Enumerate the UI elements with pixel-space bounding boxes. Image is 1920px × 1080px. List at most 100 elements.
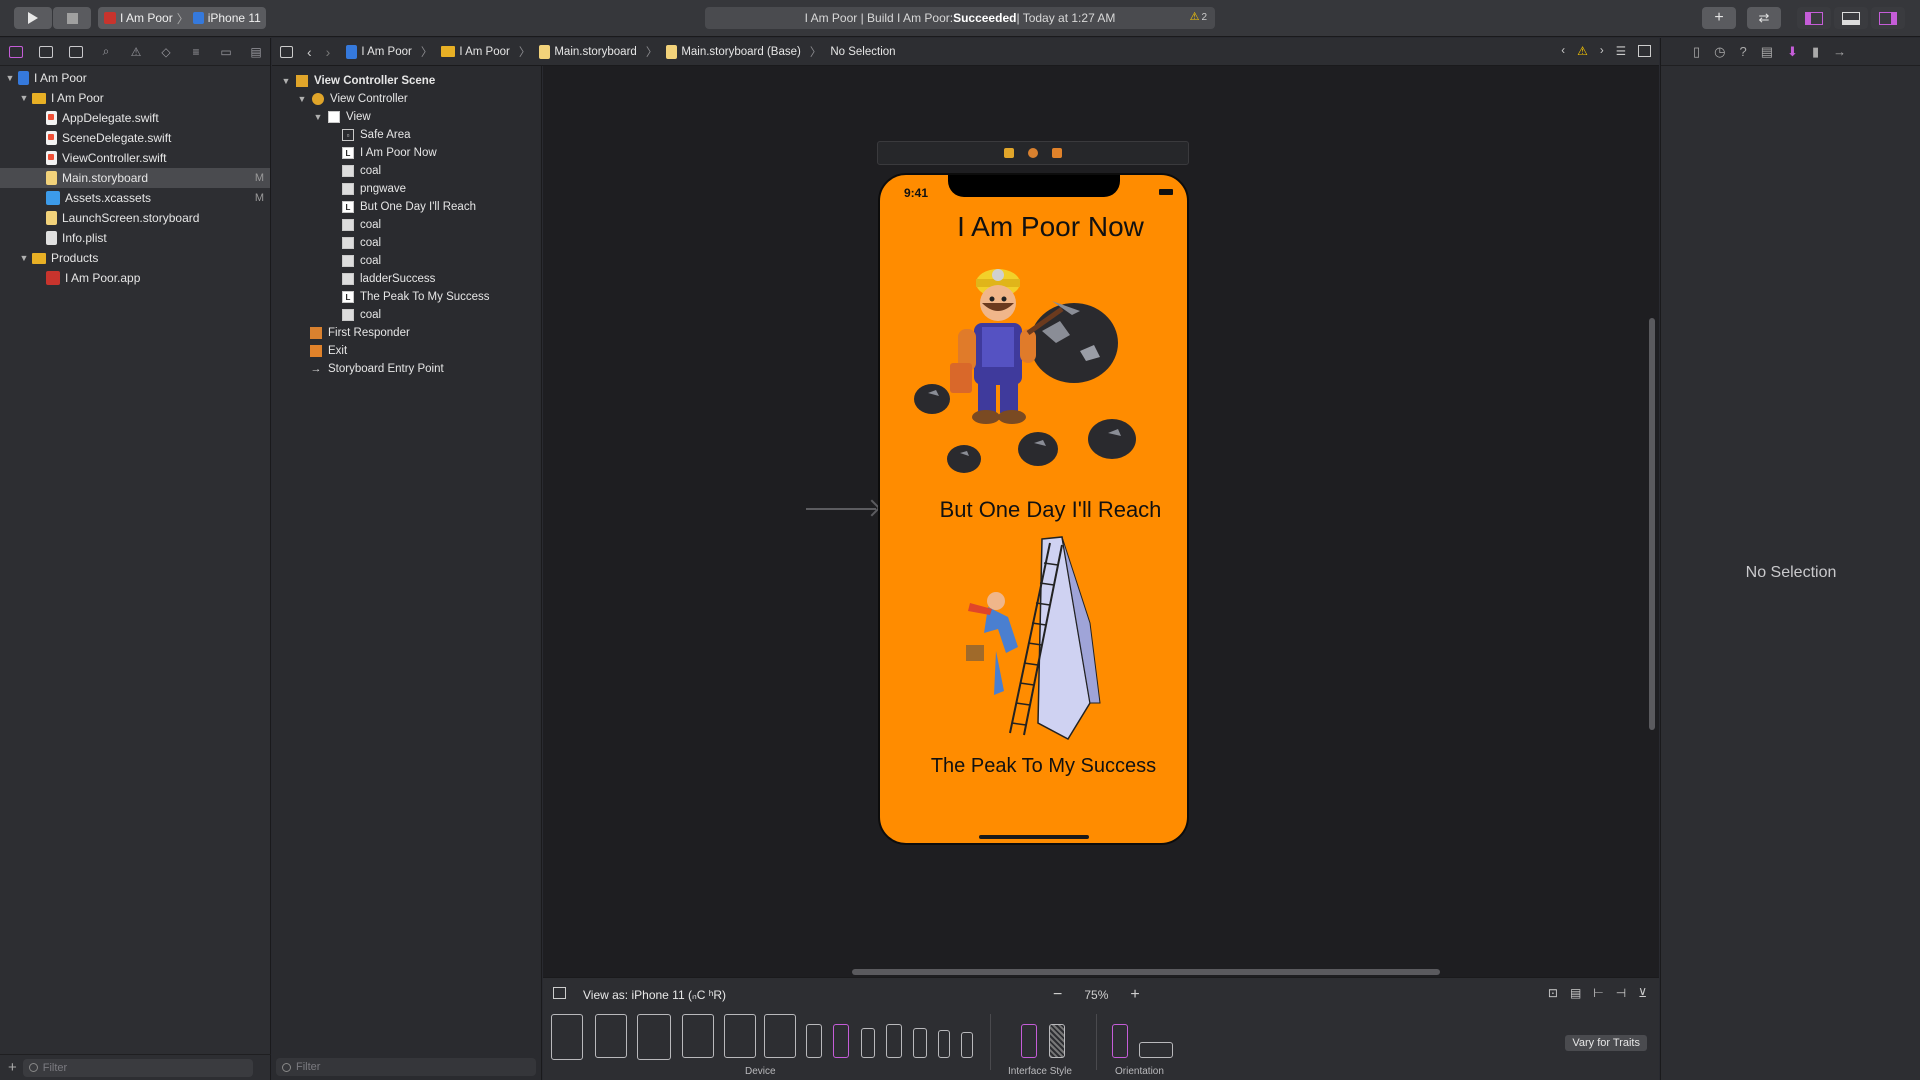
- navigator-filter-input[interactable]: Filter: [22, 1058, 253, 1077]
- tree-row-group[interactable]: ▼ I Am Poor: [0, 88, 270, 108]
- ladder-success-image[interactable]: [950, 533, 1130, 743]
- title-label[interactable]: I Am Poor Now: [880, 211, 1187, 243]
- zoom-out-button[interactable]: −: [1053, 986, 1062, 1004]
- device-ipad-10[interactable]: [764, 1014, 796, 1058]
- breadcrumb-item[interactable]: Main.storyboard (Base): [681, 46, 801, 58]
- device-iphone-8-plus[interactable]: [886, 1024, 902, 1058]
- folder-icon[interactable]: [8, 44, 24, 60]
- breadcrumb-item[interactable]: I Am Poor: [361, 46, 412, 58]
- run-button[interactable]: [14, 7, 52, 29]
- toggle-navigator-button[interactable]: [1797, 7, 1831, 29]
- related-items-icon[interactable]: [280, 45, 293, 58]
- first-responder-icon[interactable]: [1028, 148, 1038, 158]
- device-iphone-11[interactable]: [833, 1024, 849, 1058]
- breadcrumb-item[interactable]: I Am Poor: [459, 46, 510, 58]
- scheme-selector[interactable]: I Am Poor 〉 iPhone 11: [98, 7, 266, 29]
- orientation-portrait[interactable]: [1112, 1024, 1128, 1058]
- outline-row-exit[interactable]: Exit: [272, 342, 541, 360]
- warning-badge[interactable]: ⚠ 2: [1190, 10, 1207, 23]
- editor-options-icon[interactable]: ☰: [1616, 44, 1626, 58]
- tree-row-viewcontroller[interactable]: ViewController.swift: [0, 148, 270, 168]
- toggle-inspector-button[interactable]: [1871, 7, 1905, 29]
- success-label[interactable]: The Peak To My Success: [880, 755, 1187, 778]
- outline-row-view-controller[interactable]: ▼ View Controller: [272, 90, 541, 108]
- connections-inspector-icon[interactable]: →: [1833, 44, 1846, 59]
- device-ipad-mini[interactable]: [724, 1014, 756, 1058]
- outline-row-image[interactable]: pngwave: [272, 180, 541, 198]
- forward-icon[interactable]: ›: [326, 44, 331, 60]
- attributes-inspector-icon[interactable]: ⬇: [1787, 44, 1798, 60]
- storyboard-entry-arrow[interactable]: [806, 508, 876, 510]
- debug-icon[interactable]: ≡: [188, 44, 204, 60]
- device-ipad-air[interactable]: [637, 1014, 671, 1060]
- tree-row-launchscreen[interactable]: LaunchScreen.storyboard: [0, 208, 270, 228]
- next-issue-icon[interactable]: ›: [1600, 45, 1604, 57]
- toggle-debug-button[interactable]: [1834, 7, 1868, 29]
- device-iphone-4s[interactable]: [961, 1032, 973, 1058]
- embed-in-icon[interactable]: ▤: [1570, 986, 1581, 1000]
- device-iphone-11-pro-max[interactable]: [806, 1024, 822, 1058]
- device-iphone-11-pro[interactable]: [861, 1028, 875, 1058]
- resolve-issues-icon[interactable]: ⊻: [1638, 986, 1647, 1000]
- split-editor-icon[interactable]: [1638, 45, 1651, 57]
- symbol-icon[interactable]: [68, 44, 84, 60]
- report-icon[interactable]: ▤: [248, 44, 264, 60]
- test-icon[interactable]: ◇: [158, 44, 174, 60]
- device-iphone-8[interactable]: [913, 1028, 927, 1058]
- exit-icon[interactable]: [1052, 148, 1062, 158]
- interface-style-light[interactable]: [1021, 1024, 1037, 1058]
- vary-for-traits-button[interactable]: Vary for Traits: [1565, 1035, 1647, 1051]
- tree-row-appdelegate[interactable]: AppDelegate.swift: [0, 108, 270, 128]
- outline-row-image[interactable]: ladderSuccess: [272, 270, 541, 288]
- outline-row-first-responder[interactable]: First Responder: [272, 324, 541, 342]
- previous-issue-icon[interactable]: ‹: [1561, 45, 1565, 57]
- device-iphone-se[interactable]: [938, 1030, 950, 1058]
- code-review-button[interactable]: ⇄: [1747, 7, 1781, 29]
- interface-style-dark[interactable]: [1049, 1024, 1065, 1058]
- view-controller-icon[interactable]: [1004, 148, 1014, 158]
- outline-row-label[interactable]: L But One Day I'll Reach: [272, 198, 541, 216]
- orientation-landscape[interactable]: [1139, 1042, 1173, 1058]
- device-ipad[interactable]: [682, 1014, 714, 1058]
- file-inspector-icon[interactable]: ▯: [1693, 44, 1700, 60]
- outline-row-image[interactable]: coal: [272, 216, 541, 234]
- stop-button[interactable]: [53, 7, 91, 29]
- tree-row-infoplist[interactable]: Info.plist: [0, 228, 270, 248]
- scene-dock[interactable]: [877, 141, 1189, 165]
- outline-filter-input[interactable]: Filter: [276, 1058, 536, 1076]
- iphone-scene[interactable]: 9:41 I Am Poor Now But One Day I'll Reac…: [878, 173, 1189, 845]
- source-control-icon[interactable]: [38, 44, 54, 60]
- outline-row-image[interactable]: coal: [272, 234, 541, 252]
- issue-icon[interactable]: ⚠: [128, 44, 144, 60]
- search-icon[interactable]: ⌕: [98, 44, 114, 60]
- device-ipad-pro-12[interactable]: [551, 1014, 583, 1060]
- device-ipad-pro-11[interactable]: [595, 1014, 627, 1058]
- quick-help-icon[interactable]: ?: [1740, 44, 1747, 59]
- breadcrumb-item[interactable]: No Selection: [830, 46, 895, 58]
- tree-row-project[interactable]: ▼ I Am Poor: [0, 68, 270, 88]
- horizontal-scrollbar[interactable]: [852, 969, 1440, 975]
- outline-row-scene[interactable]: ▼ View Controller Scene: [272, 72, 541, 90]
- history-icon[interactable]: ◷: [1714, 44, 1725, 60]
- outline-row-image[interactable]: coal: [272, 252, 541, 270]
- back-icon[interactable]: ‹: [307, 44, 312, 60]
- update-frames-icon[interactable]: ⊡: [1548, 986, 1558, 1000]
- outline-row-entry-point[interactable]: → Storyboard Entry Point: [272, 360, 541, 378]
- warning-icon[interactable]: ⚠: [1577, 44, 1588, 58]
- size-inspector-icon[interactable]: ▮: [1812, 44, 1819, 60]
- tree-row-products[interactable]: ▼ Products: [0, 248, 270, 268]
- pin-icon[interactable]: ⊣: [1616, 986, 1626, 1000]
- tree-row-main-storyboard[interactable]: Main.storyboard M: [0, 168, 270, 188]
- tree-row-assets[interactable]: Assets.xcassets M: [0, 188, 270, 208]
- tree-row-scenedelegate[interactable]: SceneDelegate.swift: [0, 128, 270, 148]
- miner-image[interactable]: [902, 251, 1162, 481]
- breadcrumb-item[interactable]: Main.storyboard: [554, 46, 636, 58]
- reach-label[interactable]: But One Day I'll Reach: [880, 497, 1187, 523]
- outline-row-image[interactable]: coal: [272, 162, 541, 180]
- outline-row-label[interactable]: L I Am Poor Now: [272, 144, 541, 162]
- outline-row-label[interactable]: L The Peak To My Success: [272, 288, 541, 306]
- align-icon[interactable]: ⊢: [1593, 986, 1603, 1000]
- breakpoint-icon[interactable]: ▭: [218, 44, 234, 60]
- library-button[interactable]: +: [1702, 7, 1736, 29]
- outline-row-safe-area[interactable]: ▫ Safe Area: [272, 126, 541, 144]
